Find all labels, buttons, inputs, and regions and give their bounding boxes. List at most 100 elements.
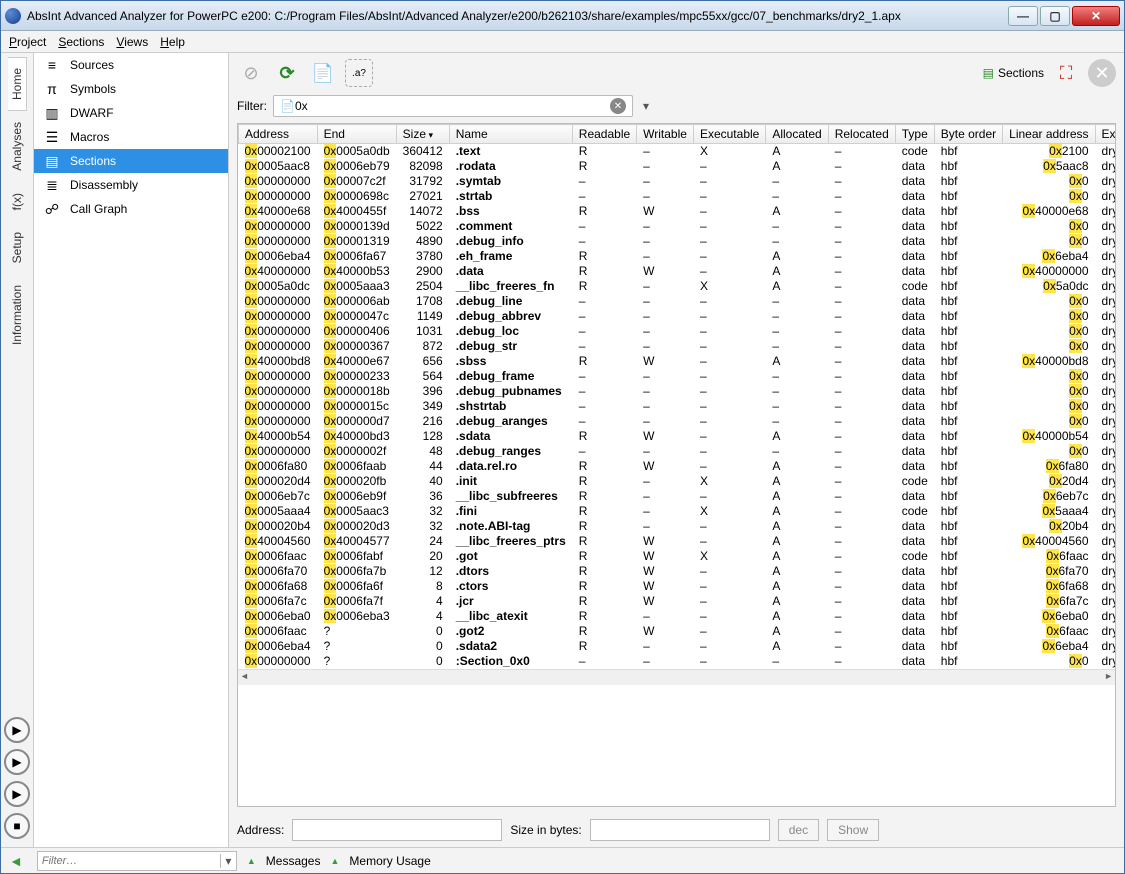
- table-row[interactable]: 0x0006fa700x0006fa7b12.dtorsRW–A–datahbf…: [239, 564, 1117, 579]
- tab-home[interactable]: Home: [8, 57, 27, 111]
- status-filter: ▾: [37, 851, 237, 871]
- table-row[interactable]: 0x000021000x0005a0db360412.textR–XA–code…: [239, 144, 1117, 160]
- cell: 0x6eba0: [1003, 609, 1095, 624]
- table-row[interactable]: 0x0006faac0x0006fabf20.gotRWXA–codehbf0x…: [239, 549, 1117, 564]
- play-button-3[interactable]: ▶: [4, 781, 30, 807]
- sidebar-item-symbols[interactable]: πSymbols: [34, 77, 228, 101]
- tab-analyses[interactable]: Analyses: [7, 111, 27, 182]
- sidebar-item-dwarf[interactable]: ▥DWARF: [34, 101, 228, 125]
- table-row[interactable]: 0x0005aaa40x0005aac332.finiR–XA–codehbf0…: [239, 504, 1117, 519]
- tab-setup[interactable]: Setup: [7, 221, 27, 274]
- table-row[interactable]: 0x000000000x000000d7216.debug_aranges–––…: [239, 414, 1117, 429]
- menu-help[interactable]: Help: [160, 35, 185, 49]
- table-row[interactable]: 0x400000000x40000b532900.dataRW–A–datahb…: [239, 264, 1117, 279]
- disable-icon[interactable]: ⊘: [237, 59, 265, 87]
- play-button-2[interactable]: ▶: [4, 749, 30, 775]
- label-icon[interactable]: .a?: [345, 59, 373, 87]
- col-relocated[interactable]: Relocated: [828, 125, 895, 144]
- col-name[interactable]: Name: [449, 125, 572, 144]
- table-row[interactable]: 0x000000000x00000233564.debug_frame–––––…: [239, 369, 1117, 384]
- table-row[interactable]: 0x0006eba00x0006eba34__libc_atexitR––A–d…: [239, 609, 1117, 624]
- sidebar-item-disassembly[interactable]: ≣Disassembly: [34, 173, 228, 197]
- col-type[interactable]: Type: [895, 125, 934, 144]
- table-row[interactable]: 0x00000000?0:Section_0x0–––––datahbf0x0d…: [239, 654, 1117, 669]
- sections-button[interactable]: ▤ Sections: [983, 66, 1044, 80]
- col-writable[interactable]: Writable: [637, 125, 694, 144]
- table-row[interactable]: 0x0006eba40x0006fa673780.eh_frameR––A–da…: [239, 249, 1117, 264]
- memory-label[interactable]: Memory Usage: [349, 854, 430, 868]
- add-doc-icon[interactable]: 📄: [309, 59, 337, 87]
- sidebar-item-macros[interactable]: ☰Macros: [34, 125, 228, 149]
- col-address[interactable]: Address: [239, 125, 318, 144]
- messages-label[interactable]: Messages: [266, 854, 321, 868]
- sections-table-wrap[interactable]: AddressEndSizeNameReadableWritableExecut…: [237, 123, 1116, 807]
- table-row[interactable]: 0x000000000x0000018b396.debug_pubnames––…: [239, 384, 1117, 399]
- show-button[interactable]: Show: [827, 819, 879, 841]
- table-row[interactable]: 0x40000b540x40000bd3128.sdataRW–A–datahb…: [239, 429, 1117, 444]
- col-executable[interactable]: Executable: [1095, 125, 1116, 144]
- col-allocated[interactable]: Allocated: [766, 125, 828, 144]
- col-readable[interactable]: Readable: [572, 125, 636, 144]
- back-icon[interactable]: ◄: [9, 853, 23, 869]
- table-row[interactable]: 0x40000e680x4000455f14072.bssRW–A–datahb…: [239, 204, 1117, 219]
- table-row[interactable]: 0x0005a0dc0x0005aaa32504__libc_freeres_f…: [239, 279, 1117, 294]
- address-input[interactable]: [292, 819, 502, 841]
- table-row[interactable]: 0x000000000x0000002f48.debug_ranges–––––…: [239, 444, 1117, 459]
- table-row[interactable]: 0x000000000x0000139d5022.comment–––––dat…: [239, 219, 1117, 234]
- table-row[interactable]: 0x0005aac80x0006eb7982098.rodataR––A–dat…: [239, 159, 1117, 174]
- status-filter-dropdown-icon[interactable]: ▾: [220, 854, 236, 868]
- cell: hbf: [934, 489, 1002, 504]
- table-row[interactable]: 0x000000000x00007c2f31792.symtab–––––dat…: [239, 174, 1117, 189]
- sidebar-item-call-graph[interactable]: ☍Call Graph: [34, 197, 228, 221]
- table-row[interactable]: 0x000020d40x000020fb40.initR–XA–codehbf0…: [239, 474, 1117, 489]
- menu-sections[interactable]: Sections: [58, 35, 104, 49]
- filter-input[interactable]: [295, 99, 606, 113]
- col-size[interactable]: Size: [396, 125, 449, 144]
- titlebar[interactable]: AbsInt Advanced Analyzer for PowerPC e20…: [1, 1, 1124, 31]
- size-input[interactable]: [590, 819, 770, 841]
- close-panel-icon[interactable]: ✕: [1088, 59, 1116, 87]
- table-row[interactable]: 0x0006fa800x0006faab44.data.rel.roRW–A–d…: [239, 459, 1117, 474]
- table-row[interactable]: 0x000000000x000006ab1708.debug_line–––––…: [239, 294, 1117, 309]
- clear-filter-icon[interactable]: ✕: [610, 98, 626, 114]
- dec-button[interactable]: dec: [778, 819, 819, 841]
- cell: data: [895, 174, 934, 189]
- play-button-1[interactable]: ▶: [4, 717, 30, 743]
- h-scrollbar[interactable]: [238, 669, 1115, 685]
- cell: .note.ABI-tag: [449, 519, 572, 534]
- status-filter-input[interactable]: [38, 855, 220, 867]
- table-row[interactable]: 0x40000bd80x40000e67656.sbssRW–A–datahbf…: [239, 354, 1117, 369]
- col-end[interactable]: End: [317, 125, 396, 144]
- filter-dropdown-icon[interactable]: ▾: [639, 99, 653, 113]
- table-row[interactable]: 0x000000000x00000367872.debug_str–––––da…: [239, 339, 1117, 354]
- stop-button[interactable]: ■: [4, 813, 30, 839]
- refresh-icon[interactable]: ⟳: [273, 59, 301, 87]
- cell: 0x6eba4: [1003, 639, 1095, 654]
- table-row[interactable]: 0x0006eb7c0x0006eb9f36__libc_subfreeresR…: [239, 489, 1117, 504]
- fullscreen-icon[interactable]: ⛶: [1052, 59, 1080, 87]
- table-row[interactable]: 0x0006fa7c0x0006fa7f4.jcrRW–A–datahbf0x6…: [239, 594, 1117, 609]
- maximize-button[interactable]: ▢: [1040, 6, 1070, 26]
- menu-views[interactable]: Views: [116, 35, 148, 49]
- table-row[interactable]: 0x0006eba4?0.sdata2R––A–datahbf0x6eba4dr…: [239, 639, 1117, 654]
- tab-fx[interactable]: f(x): [7, 182, 27, 221]
- col-linear-address[interactable]: Linear address: [1003, 125, 1095, 144]
- sidebar-item-sources[interactable]: ≡Sources: [34, 53, 228, 77]
- sidebar-item-sections[interactable]: ▤Sections: [34, 149, 228, 173]
- close-button[interactable]: ✕: [1072, 6, 1120, 26]
- menu-project[interactable]: Project: [9, 35, 46, 49]
- table-row[interactable]: 0x000000000x000004061031.debug_loc–––––d…: [239, 324, 1117, 339]
- table-row[interactable]: 0x0006fa680x0006fa6f8.ctorsRW–A–datahbf0…: [239, 579, 1117, 594]
- col-executable[interactable]: Executable: [693, 125, 765, 144]
- tab-information[interactable]: Information: [7, 274, 27, 356]
- table-row[interactable]: 0x000000000x0000047c1149.debug_abbrev–––…: [239, 309, 1117, 324]
- table-row[interactable]: 0x000000000x0000698c27021.strtab–––––dat…: [239, 189, 1117, 204]
- table-row[interactable]: 0x0006faac?0.got2RW–A–datahbf0x6faacdry2…: [239, 624, 1117, 639]
- table-row[interactable]: 0x400045600x4000457724__libc_freeres_ptr…: [239, 534, 1117, 549]
- table-row[interactable]: 0x000000000x0000015c349.shstrtab–––––dat…: [239, 399, 1117, 414]
- cell: 4: [396, 609, 449, 624]
- table-row[interactable]: 0x000020b40x000020d332.note.ABI-tagR––A–…: [239, 519, 1117, 534]
- minimize-button[interactable]: —: [1008, 6, 1038, 26]
- col-byte-order[interactable]: Byte order: [934, 125, 1002, 144]
- table-row[interactable]: 0x000000000x000013194890.debug_info–––––…: [239, 234, 1117, 249]
